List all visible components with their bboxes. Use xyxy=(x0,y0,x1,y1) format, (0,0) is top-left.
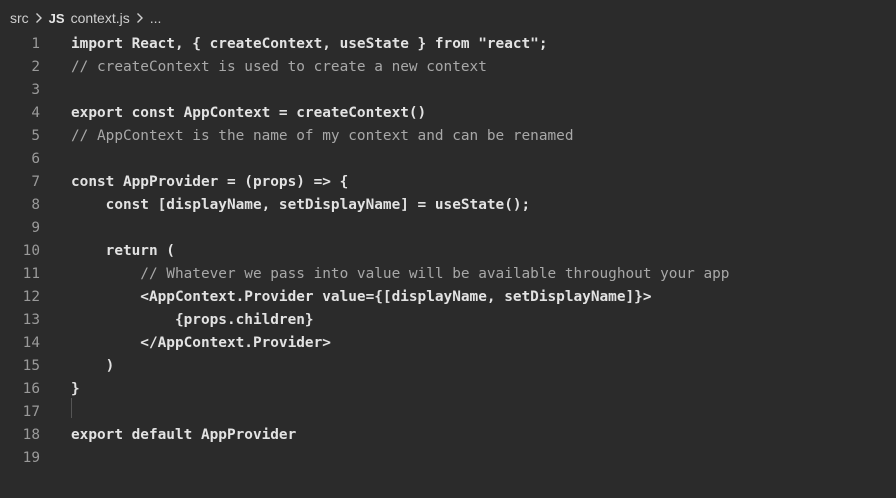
line-text[interactable]: export default AppProvider xyxy=(71,424,296,447)
code-line[interactable]: 4 export const AppContext = createContext… xyxy=(0,102,896,125)
code-line[interactable]: 1 import React, { createContext, useState… xyxy=(0,33,896,56)
code-line[interactable]: 15 ) xyxy=(0,355,896,378)
code-line[interactable]: 6 xyxy=(0,148,896,171)
line-number: 8 xyxy=(31,197,40,213)
line-number: 9 xyxy=(31,220,40,236)
line-text[interactable]: {props.children} xyxy=(71,309,314,332)
code-line[interactable]: 13 {props.children} xyxy=(0,309,896,332)
line-number: 17 xyxy=(22,404,40,420)
code-line[interactable]: 18 export default AppProvider xyxy=(0,424,896,447)
line-number: 13 xyxy=(22,312,40,328)
code-line[interactable]: 16} xyxy=(0,378,896,401)
line-text[interactable]: <AppContext.Provider value={[displayName… xyxy=(71,286,651,309)
line-number: 14 xyxy=(22,335,40,351)
chevron-right-icon xyxy=(136,12,144,24)
code-line[interactable]: 12 <AppContext.Provider value={[displayN… xyxy=(0,286,896,309)
breadcrumb: src JS context.js ... xyxy=(0,0,896,36)
code-line[interactable]: 8 const [displayName, setDisplayName] = … xyxy=(0,194,896,217)
code-editor[interactable]: src JS context.js ... 1 import React, { c… xyxy=(0,0,896,498)
code-line[interactable]: 14 </AppContext.Provider> xyxy=(0,332,896,355)
line-text[interactable]: // Whatever we pass into value will be a… xyxy=(71,263,729,286)
line-number: 16 xyxy=(22,381,40,397)
line-number: 6 xyxy=(31,151,40,167)
line-number: 1 xyxy=(31,36,40,52)
javascript-file-icon: JS xyxy=(48,10,65,26)
code-line[interactable]: 11 // Whatever we pass into value will b… xyxy=(0,263,896,286)
line-text[interactable]: // createContext is used to create a new… xyxy=(71,56,487,79)
code-line[interactable]: 9 xyxy=(0,217,896,240)
code-line[interactable]: 19 xyxy=(0,447,896,470)
line-number: 3 xyxy=(31,82,40,98)
code-area[interactable]: 1 import React, { createContext, useState… xyxy=(0,33,896,470)
line-number: 15 xyxy=(22,358,40,374)
breadcrumb-file[interactable]: context.js xyxy=(71,10,130,26)
line-text[interactable]: return ( xyxy=(71,240,175,263)
line-text[interactable]: import React, { createContext, useState … xyxy=(71,33,548,56)
breadcrumb-more[interactable]: ... xyxy=(150,10,162,26)
line-text[interactable]: // AppContext is the name of my context … xyxy=(71,125,574,148)
line-text[interactable]: } xyxy=(71,378,80,401)
line-text[interactable]: const [displayName, setDisplayName] = us… xyxy=(71,194,531,217)
line-number: 19 xyxy=(22,450,40,466)
line-number: 12 xyxy=(22,289,40,305)
breadcrumb-folder[interactable]: src xyxy=(10,10,29,26)
line-text[interactable]: const AppProvider = (props) => { xyxy=(71,171,348,194)
line-number: 7 xyxy=(31,174,40,190)
line-text[interactable]: ) xyxy=(71,355,115,378)
code-line[interactable]: 2 // createContext is used to create a ne… xyxy=(0,56,896,79)
code-line[interactable]: 7 const AppProvider = (props) => { xyxy=(0,171,896,194)
line-number: 4 xyxy=(31,105,40,121)
code-line[interactable]: 3 xyxy=(0,79,896,102)
code-line[interactable]: 5 // AppContext is the name of my context… xyxy=(0,125,896,148)
line-text[interactable]: export const AppContext = createContext(… xyxy=(71,102,426,125)
line-number: 10 xyxy=(22,243,40,259)
chevron-right-icon xyxy=(35,12,43,24)
code-line[interactable]: 10 return ( xyxy=(0,240,896,263)
line-number: 2 xyxy=(31,59,40,75)
line-number: 5 xyxy=(31,128,40,144)
code-line[interactable]: 17 xyxy=(0,401,896,424)
line-number: 18 xyxy=(22,427,40,443)
line-text[interactable]: </AppContext.Provider> xyxy=(71,332,331,355)
line-number: 11 xyxy=(22,266,40,282)
